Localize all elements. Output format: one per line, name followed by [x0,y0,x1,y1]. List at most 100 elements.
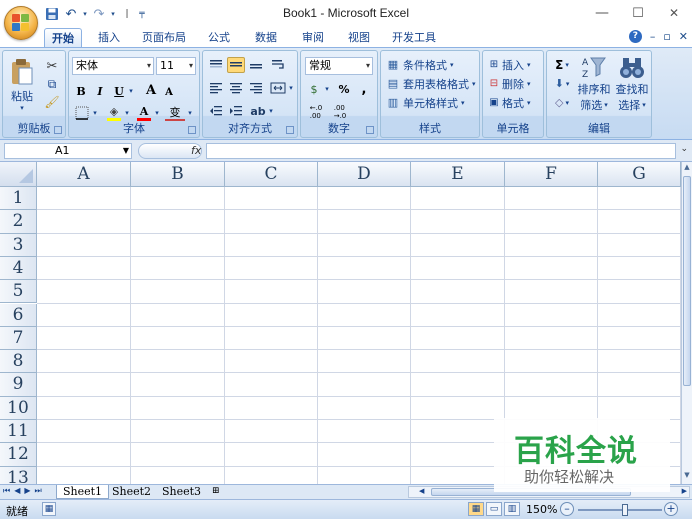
insert-cells-button[interactable]: ⊞ 插入 ▾ [486,56,542,73]
sheet-tab-sheet2[interactable]: Sheet2 [106,485,157,499]
row-header-5[interactable]: 5 [0,280,37,304]
tab-view[interactable]: 视图 [340,28,378,48]
row-header-9[interactable]: 9 [0,373,37,397]
phonetic-dropdown-icon[interactable]: ▾ [186,105,194,121]
tab-page-layout[interactable]: 页面布局 [136,28,192,48]
font-name-dropdown-icon[interactable]: ▾ [147,58,151,74]
column-header-d[interactable]: D [318,162,411,187]
percent-button[interactable]: % [335,81,353,97]
sheet-tab-sheet1[interactable]: Sheet1 [56,485,110,499]
increase-decimal-button[interactable]: ←.0.00 [305,103,327,121]
italic-button[interactable]: I [92,83,108,99]
align-top-icon[interactable] [207,57,225,73]
accounting-dropdown-icon[interactable]: ▾ [323,81,331,97]
row-header-13[interactable]: 13 [0,466,37,484]
maximize-button[interactable]: ☐ [620,0,656,26]
number-format-dropdown-icon[interactable]: ▾ [366,58,370,74]
page-layout-view-icon[interactable]: ▭ [486,502,502,516]
help-icon[interactable]: ? [628,30,642,43]
tab-developer[interactable]: 开发工具 [386,28,442,48]
tab-data[interactable]: 数据 [246,28,286,48]
tab-home[interactable]: 开始 [44,28,82,48]
conditional-formatting-button[interactable]: ▦ 条件格式 ▾ [385,56,479,73]
next-sheet-icon[interactable]: ▶ [24,486,30,496]
close-button[interactable]: ✕ [656,0,692,26]
wrap-text-icon[interactable] [269,57,287,73]
fill-color-button[interactable]: ◈ [105,104,123,122]
find-select-button[interactable]: 查找和 选择 ▾ [613,55,651,119]
number-format-select[interactable]: 常规 ▾ [305,57,373,75]
row-header-4[interactable]: 4 [0,256,37,281]
insert-sheet-icon[interactable]: ⊞ [206,485,226,499]
font-size-input[interactable]: 11 ▾ [156,57,196,75]
macro-record-icon[interactable]: ▦ [42,502,56,516]
fill-color-dropdown-icon[interactable]: ▾ [123,105,131,121]
decrease-indent-icon[interactable] [207,103,225,119]
comma-button[interactable]: , [355,81,373,97]
row-header-7[interactable]: 7 [0,326,37,351]
borders-dropdown-icon[interactable]: ▾ [91,105,99,121]
page-break-view-icon[interactable]: ▥ [504,502,520,516]
format-as-table-button[interactable]: ▤ 套用表格格式 ▾ [385,75,479,92]
column-header-g[interactable]: G [598,162,681,187]
select-all-button[interactable] [0,162,37,187]
column-header-f[interactable]: F [505,162,598,187]
bold-button[interactable]: B [73,83,89,99]
first-sheet-icon[interactable]: ⏮ [3,486,10,496]
alignment-launcher-icon[interactable] [286,126,294,134]
zoom-slider-thumb[interactable] [622,504,628,516]
formula-input[interactable] [206,143,676,159]
font-color-button[interactable]: A [135,104,153,122]
scroll-right-icon[interactable]: ▶ [682,487,687,495]
column-header-c[interactable]: C [225,162,318,187]
number-launcher-icon[interactable] [366,126,374,134]
row-header-3[interactable]: 3 [0,233,37,257]
underline-button[interactable]: U [111,83,127,99]
paste-button[interactable]: 粘贴 ▾ [7,55,37,115]
decrease-decimal-button[interactable]: .00 →.0 [329,103,351,121]
office-button[interactable] [4,6,38,40]
orientation-dropdown-icon[interactable]: ▾ [267,103,275,119]
normal-view-icon[interactable]: ▦ [468,502,484,516]
align-left-icon[interactable] [207,80,225,96]
underline-dropdown-icon[interactable]: ▾ [127,83,135,99]
vertical-scrollbar[interactable]: ▲ ▼ [681,162,692,484]
merge-dropdown-icon[interactable]: ▾ [287,80,295,96]
workbook-close-button[interactable]: ✕ [679,30,688,43]
scroll-up-icon[interactable]: ▲ [682,163,692,175]
font-launcher-icon[interactable] [188,126,196,134]
clear-button[interactable]: ◇ ▾ [550,94,574,111]
clipboard-launcher-icon[interactable] [54,126,62,134]
row-header-1[interactable]: 1 [0,187,37,211]
autosum-button[interactable]: Σ ▾ [550,56,574,73]
fill-button[interactable]: ⬇ ▾ [550,75,574,92]
row-header-12[interactable]: 12 [0,443,37,467]
format-cells-button[interactable]: ▣ 格式 ▾ [486,94,542,111]
copy-icon[interactable]: ⧉ [43,75,61,93]
row-header-2[interactable]: 2 [0,210,37,234]
column-header-a[interactable]: A [37,162,131,187]
row-header-11[interactable]: 11 [0,420,37,444]
tab-formulas[interactable]: 公式 [200,28,238,48]
phonetic-guide-button[interactable]: 变 [165,105,185,121]
tab-review[interactable]: 审阅 [294,28,332,48]
align-bottom-icon[interactable] [247,57,265,73]
font-name-input[interactable]: 宋体 ▾ [72,57,154,75]
prev-sheet-icon[interactable]: ◀ [14,486,20,496]
format-painter-icon[interactable]: 🖌 [43,93,61,111]
sort-filter-button[interactable]: AZ 排序和 筛选 ▾ [575,55,613,119]
zoom-slider[interactable] [578,509,662,511]
cut-icon[interactable]: ✂ [43,57,61,75]
increase-indent-icon[interactable] [227,103,245,119]
borders-button[interactable] [73,105,91,121]
zoom-level[interactable]: 150% [526,503,557,516]
insert-function-button[interactable]: fx [138,143,202,159]
tab-insert[interactable]: 插入 [90,28,128,48]
row-header-6[interactable]: 6 [0,303,37,327]
scroll-left-icon[interactable]: ◀ [419,487,424,495]
accounting-format-icon[interactable]: $ [305,81,323,97]
expand-formula-bar-icon[interactable]: ⌄ [680,144,688,154]
delete-cells-button[interactable]: ⊟ 删除 ▾ [486,75,542,92]
orientation-icon[interactable]: ab [249,103,267,119]
column-header-e[interactable]: E [411,162,505,187]
